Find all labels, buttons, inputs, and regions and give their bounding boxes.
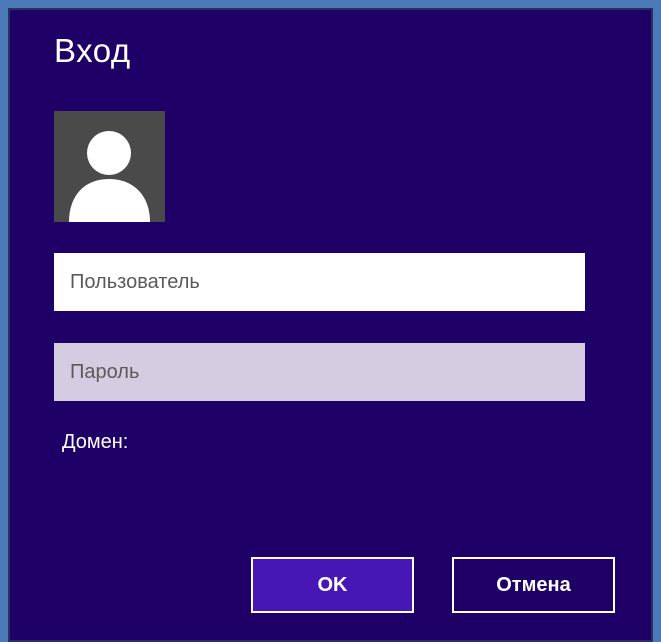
ok-button[interactable]: OK: [251, 557, 414, 613]
login-dialog: Вход Домен: OK Отмена: [8, 8, 653, 642]
user-silhouette-icon: [69, 131, 150, 222]
cancel-button[interactable]: Отмена: [452, 557, 615, 613]
avatar: [54, 111, 165, 222]
username-input[interactable]: [54, 253, 585, 311]
dialog-title: Вход: [54, 32, 131, 69]
password-input[interactable]: [54, 343, 585, 401]
domain-label: Домен:: [62, 431, 129, 453]
